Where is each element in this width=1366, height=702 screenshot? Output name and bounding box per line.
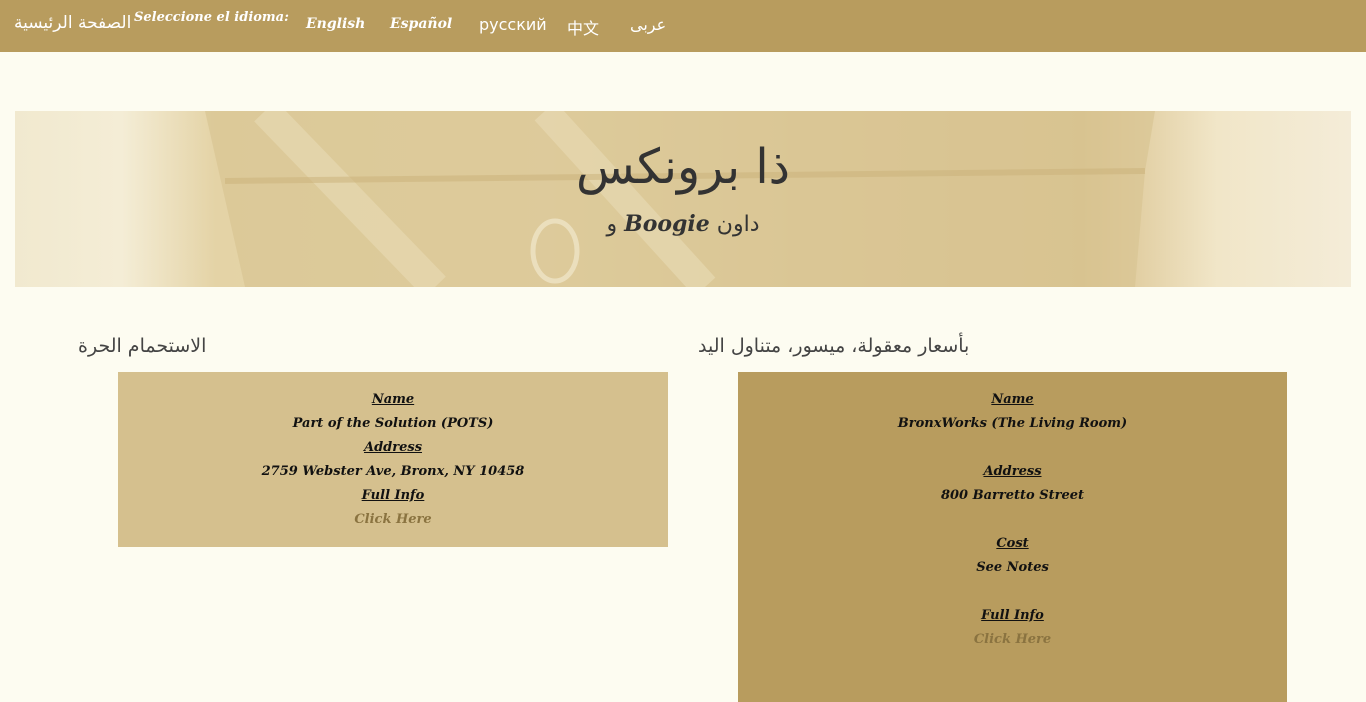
left-column-heading: الاستحمام الحرة	[78, 335, 207, 357]
hero-subtitle: و Boogie داون	[15, 211, 1351, 237]
hero-banner: ذا برونكس و Boogie داون	[15, 111, 1351, 287]
shelter-card-bronxworks: Name BronxWorks (The Living Room) Addres…	[738, 372, 1287, 702]
subtitle-prefix: داون	[716, 212, 760, 237]
cost-label: Cost	[996, 536, 1029, 551]
language-arabic[interactable]: عربى	[630, 15, 666, 34]
language-label: Seleccione el idioma:	[134, 10, 289, 25]
click-here-link[interactable]: Click Here	[738, 628, 1287, 652]
address-label: Address	[983, 464, 1042, 479]
full-info-label: Full Info	[981, 608, 1044, 623]
address-value: 2759 Webster Ave, Bronx, NY 10458	[261, 464, 525, 479]
towel-image	[205, 111, 1155, 287]
subtitle-name: Boogie	[624, 211, 710, 237]
address-value: 800 Barretto Street	[940, 488, 1085, 503]
name-value: BronxWorks (The Living Room)	[897, 416, 1128, 431]
cost-value: See Notes	[976, 560, 1049, 575]
language-russian[interactable]: русский	[479, 15, 547, 34]
subtitle-suffix: و	[606, 212, 618, 237]
shelter-card-pots: Name Part of the Solution (POTS) Address…	[118, 372, 668, 547]
language-chinese[interactable]: 中文	[567, 15, 599, 39]
language-english[interactable]: English	[306, 16, 365, 32]
top-nav-bar: الصفحة الرئيسية Seleccione el idioma: En…	[0, 0, 1366, 52]
right-column-heading: بأسعار معقولة، ميسور، متناول اليد	[698, 335, 970, 357]
language-spanish[interactable]: Español	[390, 16, 452, 32]
name-label: Name	[371, 392, 415, 407]
hero-title: ذا برونكس	[575, 139, 791, 195]
address-label: Address	[363, 440, 423, 455]
home-link[interactable]: الصفحة الرئيسية	[14, 13, 131, 33]
name-label: Name	[991, 392, 1034, 407]
full-info-label: Full Info	[361, 488, 425, 503]
name-value: Part of the Solution (POTS)	[292, 416, 494, 431]
click-here-link[interactable]: Click Here	[118, 508, 668, 532]
